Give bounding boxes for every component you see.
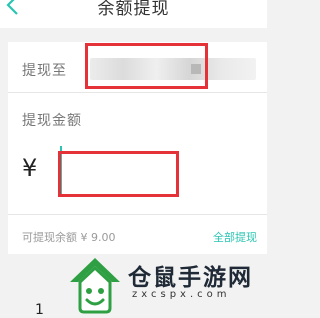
available-balance: 可提现余额 ¥ 9.00 (22, 231, 116, 244)
withdraw-all-button[interactable]: 全部提现 (213, 229, 257, 245)
top-bar: 余额提现 (0, 0, 267, 28)
withdraw-to-label: 提现至 (22, 63, 67, 79)
amount-label: 提现金额 (22, 113, 82, 129)
page-title: 余额提现 (97, 0, 170, 19)
site-watermark: 仓鼠手游网 zxcspx.com (66, 256, 267, 314)
highlight-box-account (85, 43, 208, 89)
watermark-url: zxcspx.com (132, 289, 231, 300)
divider (8, 92, 267, 93)
amount-input[interactable] (58, 151, 179, 197)
divider (8, 214, 267, 215)
withdraw-form: 提现至 提现金额 ¥ 可提现余额 ¥ 9.00 全部提现 (8, 42, 267, 254)
watermark-text: 仓鼠手游网 (128, 265, 253, 291)
keypad-key-1[interactable]: 1 (35, 302, 44, 318)
currency-symbol: ¥ (22, 154, 38, 182)
house-logo-icon (70, 258, 120, 314)
